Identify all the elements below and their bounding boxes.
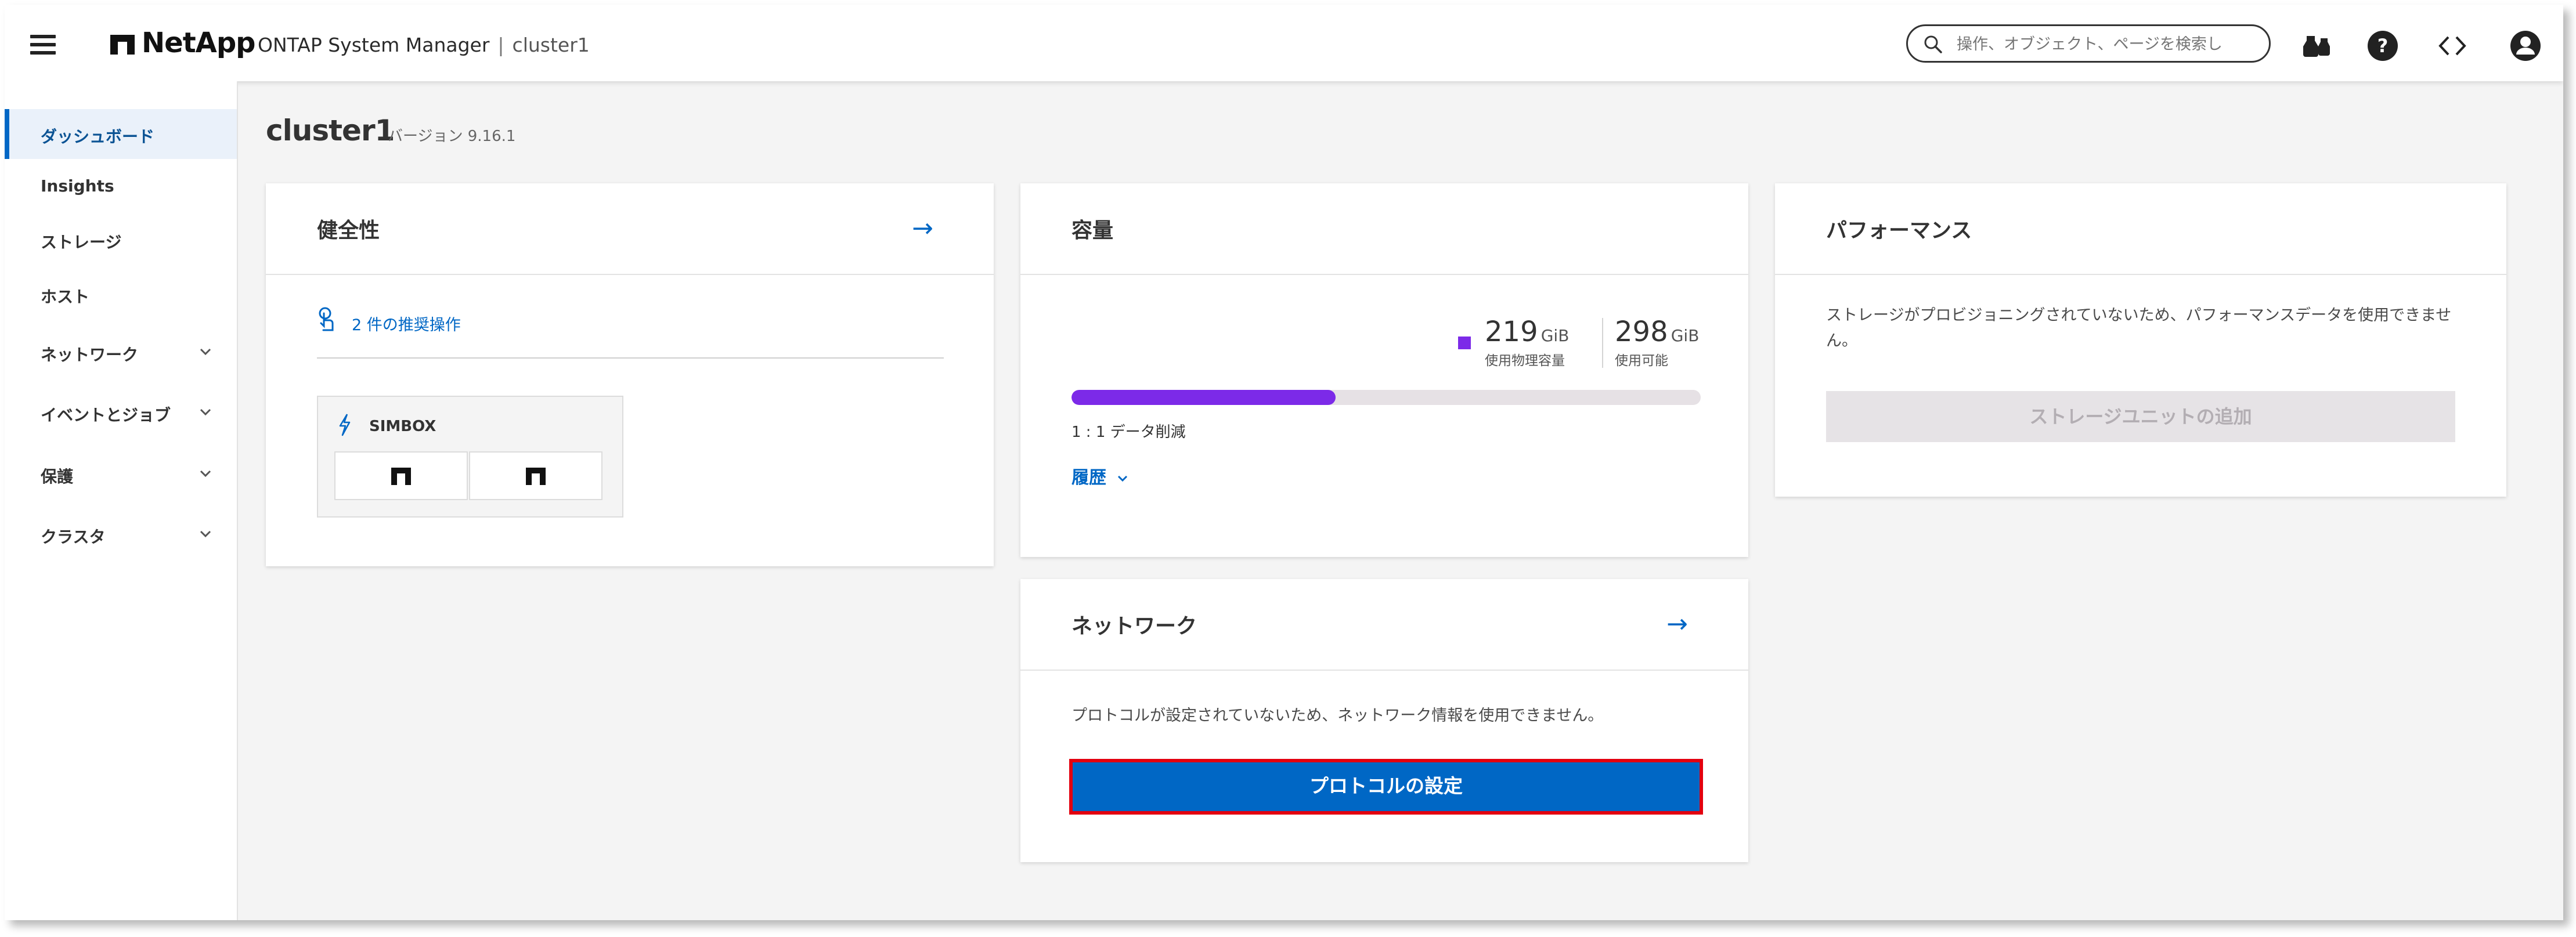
node-1-button[interactable] <box>334 451 468 500</box>
capacity-usage-bar <box>1071 390 1701 405</box>
used-capacity-unit: GiB <box>1540 326 1570 345</box>
sidebar-item-label: 保護 <box>41 467 74 486</box>
node-panel: SIMBOX <box>317 396 623 518</box>
touch-hand-icon <box>319 307 334 331</box>
hamburger-menu-icon[interactable] <box>30 35 56 55</box>
chevron-down-icon <box>200 408 211 416</box>
chevron-down-icon <box>200 470 211 477</box>
sidebar-item-cluster[interactable]: クラスタ <box>5 509 237 559</box>
add-storage-unit-button[interactable]: ストレージユニットの追加 <box>1826 391 2455 442</box>
storage-node-icon <box>526 468 546 485</box>
svg-text:?: ? <box>2377 35 2389 57</box>
sidebar-item-dashboard[interactable]: ダッシュボード <box>5 109 237 159</box>
capacity-usage-fill <box>1071 390 1336 405</box>
search-box[interactable] <box>1906 24 2271 63</box>
code-view-icon[interactable] <box>2437 30 2468 61</box>
sidebar-item-label: イベントとジョブ <box>41 406 171 425</box>
search-input[interactable] <box>1956 32 2254 56</box>
search-icon <box>1924 35 1942 53</box>
used-capacity-label: 使用物理容量 <box>1485 353 1565 368</box>
lab-flask-icon[interactable] <box>2302 30 2333 61</box>
sidebar-item-label: ストレージ <box>41 233 122 252</box>
user-account-icon[interactable] <box>2510 30 2541 61</box>
used-legend-swatch <box>1458 337 1471 349</box>
used-capacity-value: 219 <box>1485 316 1538 348</box>
network-message: プロトコルが設定されていないため、ネットワーク情報を使用できません。 <box>1071 707 1604 725</box>
lightning-icon <box>339 414 351 436</box>
storage-node-icon <box>391 468 411 485</box>
sidebar-item-hosts[interactable]: ホスト <box>5 269 237 319</box>
sidebar-item-label: ダッシュボード <box>41 127 155 146</box>
sidebar-item-label: ホスト <box>41 287 90 306</box>
chevron-down-icon <box>1118 475 1128 482</box>
performance-title: パフォーマンス <box>1826 219 1972 243</box>
performance-card: パフォーマンス ストレージがプロビジョニングされていないため、パフォーマンスデー… <box>1775 183 2506 497</box>
app-title: ONTAP System Manager | cluster1 <box>258 34 590 56</box>
version-label: バージョン 9.16.1 <box>388 128 516 145</box>
netapp-logo-icon <box>110 35 135 55</box>
performance-card-header: パフォーマンス <box>1775 183 2506 275</box>
health-card: 健全性 → 2 件の推奨操作 SIMBOX <box>266 183 994 566</box>
network-card-header: ネットワーク → <box>1020 579 1748 671</box>
capacity-title: 容量 <box>1071 219 1114 243</box>
sidebar-item-label: クラスタ <box>41 527 106 547</box>
sidebar: ダッシュボード Insights ストレージ ホスト ネットワーク イベントとジ… <box>5 81 238 920</box>
available-capacity-value: 298 <box>1615 316 1668 348</box>
network-title: ネットワーク <box>1071 614 1197 638</box>
chevron-down-icon <box>200 348 211 356</box>
brand-name: NetApp <box>142 27 256 59</box>
capacity-card: 容量 219 GiB 使用物理容量 298 GiB 使用可能 1 : 1 データ… <box>1020 183 1748 557</box>
network-details-arrow-icon[interactable]: → <box>1666 612 1688 637</box>
network-card: ネットワーク → プロトコルが設定されていないため、ネットワーク情報を使用できま… <box>1020 579 1748 862</box>
performance-message: ストレージがプロビジョニングされていないため、パフォーマンスデータを使用できませ… <box>1826 306 2452 350</box>
chevron-down-icon <box>200 530 211 538</box>
top-header: NetApp ONTAP System Manager | cluster1 ? <box>5 5 2563 81</box>
used-capacity-block: 219 GiB 使用物理容量 <box>1485 316 1569 369</box>
sidebar-item-label: ネットワーク <box>41 345 139 364</box>
available-capacity-label: 使用可能 <box>1615 353 1668 368</box>
page-title: cluster1 <box>266 114 395 147</box>
health-details-arrow-icon[interactable]: → <box>912 216 933 241</box>
capacity-card-header: 容量 <box>1020 183 1748 275</box>
node-2-button[interactable] <box>469 451 602 500</box>
sidebar-item-label: Insights <box>41 176 114 196</box>
history-label: 履歴 <box>1071 468 1106 488</box>
data-reduction-label: 1 : 1 データ削減 <box>1071 424 1186 441</box>
node-label: SIMBOX <box>369 418 436 435</box>
app-name: ONTAP System Manager <box>258 34 490 56</box>
available-capacity-unit: GiB <box>1671 326 1700 345</box>
capacity-divider <box>1602 318 1603 368</box>
health-divider <box>317 357 944 359</box>
help-icon[interactable]: ? <box>2367 30 2398 61</box>
title-separator: | <box>497 34 504 56</box>
available-capacity-block: 298 GiB 使用可能 <box>1615 316 1699 369</box>
header-cluster-name: cluster1 <box>512 34 590 56</box>
recommended-actions-link[interactable]: 2 件の推奨操作 <box>352 312 461 335</box>
configure-protocols-button[interactable]: プロトコルの設定 <box>1069 759 1703 815</box>
sidebar-item-storage[interactable]: ストレージ <box>5 215 237 265</box>
health-title: 健全性 <box>317 219 380 243</box>
sidebar-item-insights[interactable]: Insights <box>5 161 237 211</box>
sidebar-item-protection[interactable]: 保護 <box>5 449 237 499</box>
sidebar-item-network[interactable]: ネットワーク <box>5 327 237 377</box>
history-toggle[interactable]: 履歴 <box>1071 463 1128 489</box>
health-card-header: 健全性 → <box>266 183 994 275</box>
sidebar-item-events-jobs[interactable]: イベントとジョブ <box>5 388 237 437</box>
app-window: NetApp ONTAP System Manager | cluster1 ? <box>5 5 2563 920</box>
